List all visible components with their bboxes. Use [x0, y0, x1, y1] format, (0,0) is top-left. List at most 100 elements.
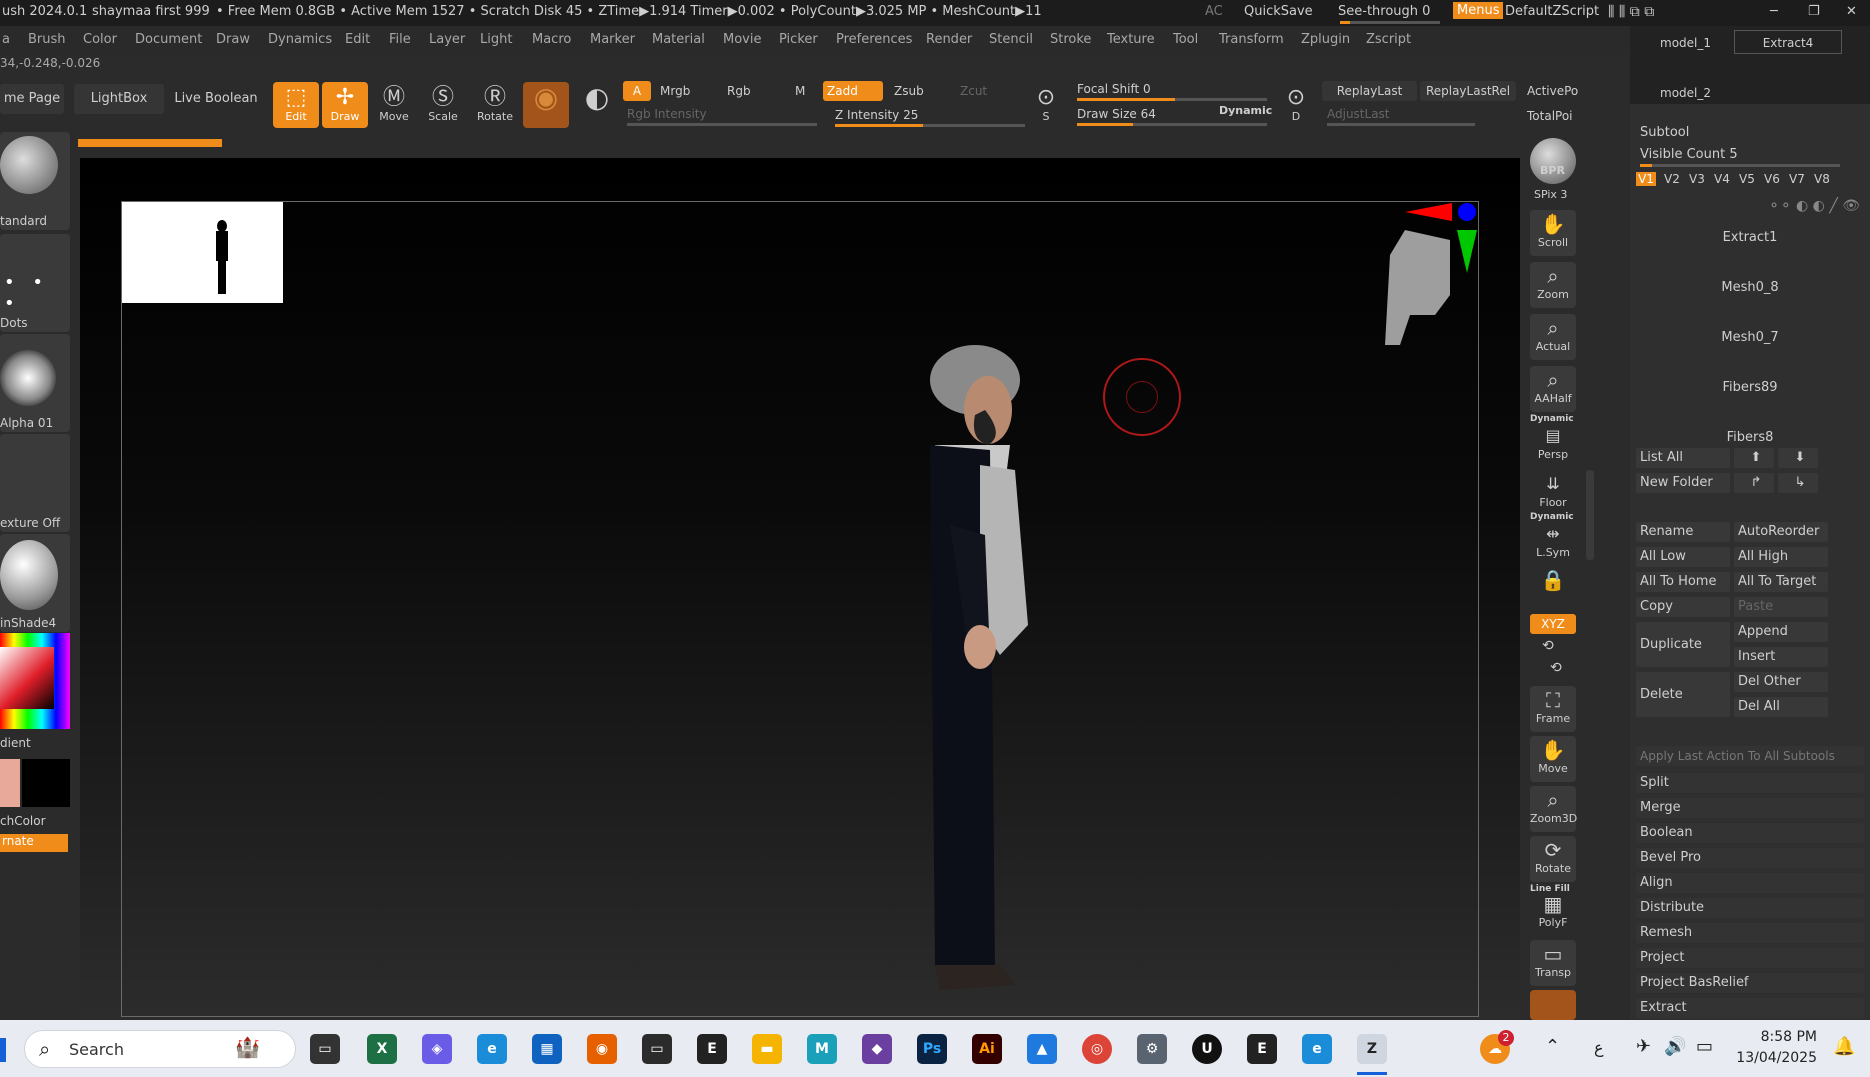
material-button[interactable]: ◉ [523, 82, 569, 128]
store-icon[interactable]: ▦ [532, 1034, 562, 1064]
menu-macro[interactable]: Macro [532, 32, 571, 47]
replaylastrel-button[interactable]: ReplayLastRel [1420, 81, 1516, 101]
chrome-icon[interactable]: ◎ [1082, 1034, 1112, 1064]
stroke-dots-button[interactable]: • • • Dots [0, 234, 70, 332]
firefox-icon[interactable]: ◉ [587, 1034, 617, 1064]
search-box[interactable]: ⌕ Search 🏰 [24, 1030, 296, 1068]
adjustlast-track[interactable] [1327, 123, 1475, 126]
rgb-intensity-slider[interactable]: Rgb Intensity [627, 107, 707, 121]
bpr-button[interactable]: BPR [1530, 138, 1576, 184]
remesh-menu[interactable]: Remesh [1636, 923, 1864, 943]
see-through-slider[interactable]: See-through 0 [1338, 4, 1430, 19]
z-intensity-track[interactable] [835, 124, 1025, 127]
project-menu[interactable]: Project [1636, 948, 1864, 968]
bevel-pro-menu[interactable]: Bevel Pro [1636, 848, 1864, 868]
excel-icon[interactable]: X [367, 1034, 397, 1064]
tab-v6[interactable]: V6 [1764, 172, 1780, 186]
list-all-button[interactable]: List All [1636, 448, 1730, 468]
tab-v2[interactable]: V2 [1664, 172, 1680, 186]
tool-extract4[interactable]: Extract4 [1734, 30, 1842, 54]
duplicate-button[interactable]: Duplicate [1636, 622, 1730, 667]
lazy-mouse-d-button[interactable]: ⊙ D [1276, 82, 1316, 128]
file-explorer-icon[interactable]: ▬ [752, 1034, 782, 1064]
switch-color-button[interactable]: chColor [0, 814, 46, 828]
scale-button[interactable]: Ⓢ Scale [420, 82, 466, 128]
subtool-item-top[interactable]: ⚬⚬ ◐ ◐ ╱ 👁 [1636, 198, 1864, 222]
folder-arrow-icon[interactable]: ↱ [1734, 473, 1774, 493]
visual-studio-icon[interactable]: ◆ [862, 1034, 892, 1064]
copy-button[interactable]: Copy [1636, 597, 1730, 617]
restore-icon[interactable]: ❐ [1808, 4, 1820, 19]
append-button[interactable]: Append [1734, 622, 1828, 642]
menu-layer[interactable]: Layer [429, 32, 465, 47]
menu-light[interactable]: Light [480, 32, 512, 47]
split-menu[interactable]: Split [1636, 773, 1864, 793]
all-high-button[interactable]: All High [1734, 547, 1828, 567]
color-picker[interactable] [0, 633, 70, 729]
move-down-icon[interactable]: ⬇ [1778, 448, 1818, 468]
network-icon[interactable]: ✈ [1636, 1036, 1651, 1057]
persp-button[interactable]: ▤ Persp [1530, 422, 1576, 461]
menu-preferences[interactable]: Preferences [836, 32, 912, 47]
menu-tool[interactable]: Tool [1173, 32, 1198, 47]
menu-stroke[interactable]: Stroke [1050, 32, 1091, 47]
photos-icon[interactable]: ▲ [1027, 1034, 1057, 1064]
all-low-button[interactable]: All Low [1636, 547, 1730, 567]
rotate-view-button[interactable]: ⟳ Rotate [1530, 836, 1576, 882]
move-button[interactable]: Ⓜ Move [371, 82, 417, 128]
tab-v5[interactable]: V5 [1739, 172, 1755, 186]
quicksave-button[interactable]: QuickSave [1244, 4, 1313, 19]
menu-texture[interactable]: Texture [1107, 32, 1155, 47]
lazy-mouse-s-button[interactable]: ⊙ S [1026, 82, 1066, 128]
tool-model2[interactable]: model_2 [1660, 86, 1711, 100]
edge2-icon[interactable]: e [1302, 1034, 1332, 1064]
shelf-scrollbar[interactable] [1586, 470, 1594, 560]
menu-draw[interactable]: Draw [216, 32, 250, 47]
tab-v7[interactable]: V7 [1789, 172, 1805, 186]
texture-off-button[interactable]: exture Off [0, 434, 70, 532]
visible-count-slider[interactable]: Visible Count 5 [1640, 147, 1738, 162]
terminal-icon[interactable]: ▭ [642, 1034, 672, 1064]
minimize-icon[interactable]: ─ [1770, 4, 1778, 19]
del-other-button[interactable]: Del Other [1734, 672, 1828, 692]
adjustlast-slider[interactable]: AdjustLast [1327, 107, 1390, 121]
focal-shift-slider[interactable]: Focal Shift 0 [1077, 82, 1151, 96]
menu-alpha[interactable]: a [2, 32, 10, 47]
draw-button[interactable]: ✢ Draw [322, 82, 368, 128]
chevron-up-icon[interactable]: ⌃ [1545, 1036, 1560, 1057]
replaylast-button[interactable]: ReplayLast [1322, 81, 1417, 101]
menu-document[interactable]: Document [135, 32, 202, 47]
rgb-button[interactable]: Rgb [727, 84, 751, 98]
menu-edit[interactable]: Edit [345, 32, 370, 47]
volume-icon[interactable]: 🔊 [1664, 1036, 1686, 1057]
xyz-button[interactable]: XYZ [1530, 614, 1576, 634]
texture-button[interactable]: ◐ [574, 82, 620, 128]
actual-button[interactable]: ⌕ Actual [1530, 314, 1576, 360]
epic-games2-icon[interactable]: E [1247, 1034, 1277, 1064]
menu-file[interactable]: File [389, 32, 411, 47]
polyf-button[interactable]: ▦ PolyF [1530, 890, 1576, 936]
navigator-thumbnail[interactable] [122, 202, 283, 303]
menu-zscript[interactable]: Zscript [1366, 32, 1411, 47]
delete-button[interactable]: Delete [1636, 672, 1730, 717]
insert-button[interactable]: Insert [1734, 647, 1828, 667]
aahalf-button[interactable]: ⌕ AAHalf [1530, 366, 1576, 412]
alternate-button[interactable]: rnate [0, 834, 68, 852]
del-all-button[interactable]: Del All [1734, 697, 1828, 717]
illustrator-icon[interactable]: Ai [972, 1034, 1002, 1064]
distribute-menu[interactable]: Distribute [1636, 898, 1864, 918]
menu-picker[interactable]: Picker [779, 32, 818, 47]
layout-icons[interactable]: ⫼ ⫼ ⧉ ⧉ [1608, 4, 1654, 20]
zsub-button[interactable]: Zsub [894, 84, 924, 98]
material-skinshade-button[interactable]: inShade4 [0, 534, 70, 632]
project-basrelief-menu[interactable]: Project BasRelief [1636, 973, 1864, 993]
edit-button[interactable]: ⬚ Edit [273, 82, 319, 128]
menu-render[interactable]: Render [926, 32, 972, 47]
menu-brush[interactable]: Brush [28, 32, 66, 47]
clock-date[interactable]: 13/04/2025 [1723, 1050, 1817, 1066]
subtool-header[interactable]: Subtool [1640, 125, 1689, 140]
photoshop-icon[interactable]: Ps [917, 1034, 947, 1064]
folder-arrow2-icon[interactable]: ↳ [1778, 473, 1818, 493]
live-boolean-button[interactable]: Live Boolean [170, 84, 262, 114]
tab-v4[interactable]: V4 [1714, 172, 1730, 186]
